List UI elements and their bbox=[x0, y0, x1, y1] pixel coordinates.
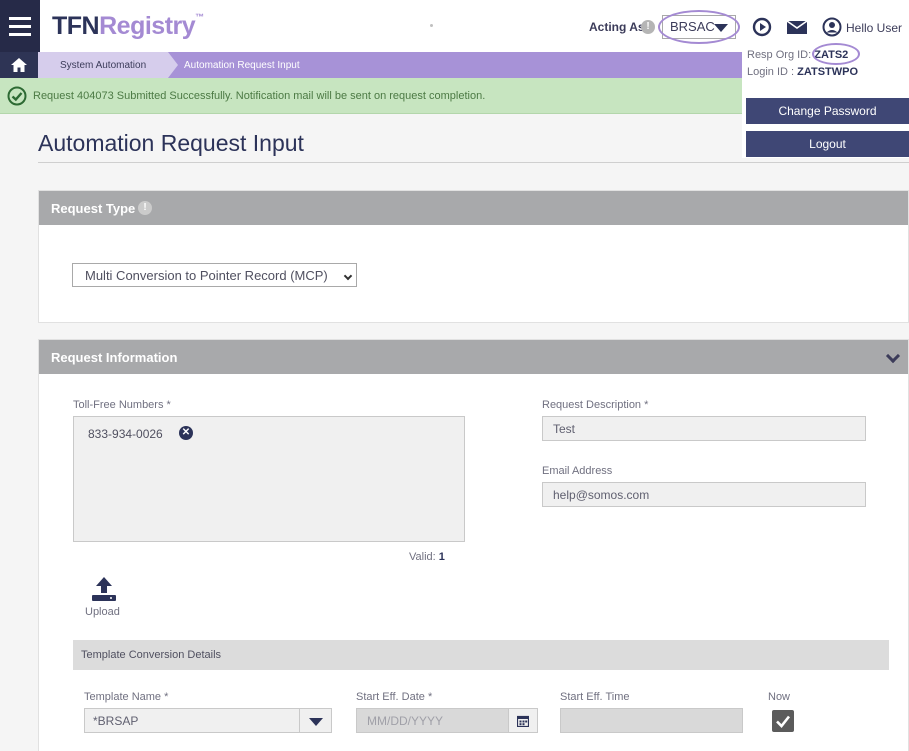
play-circle-icon[interactable] bbox=[752, 17, 772, 37]
breadcrumb-separator bbox=[168, 52, 178, 78]
tfn-label: Toll-Free Numbers * bbox=[73, 399, 171, 411]
page: TFNRegistry™ Acting As ! BRSAC Hello Use… bbox=[0, 0, 909, 751]
resp-org-line: Resp Org ID: ZATS2 bbox=[747, 49, 849, 61]
mail-icon[interactable] bbox=[786, 17, 808, 37]
info-icon[interactable]: ! bbox=[641, 20, 655, 34]
template-name-label: Template Name * bbox=[84, 691, 169, 703]
description-input[interactable]: Test bbox=[542, 416, 866, 441]
user-dropdown-panel: Resp Org ID: ZATS2 Login ID : ZATSTWPO C… bbox=[742, 42, 909, 158]
home-icon bbox=[11, 58, 27, 72]
upload-label[interactable]: Upload bbox=[85, 606, 120, 618]
info-icon[interactable]: ! bbox=[138, 201, 152, 215]
chevron-down-icon[interactable] bbox=[885, 348, 901, 364]
request-type-select[interactable]: Multi Conversion to Pointer Record (MCP) bbox=[72, 263, 357, 287]
now-checkbox[interactable] bbox=[772, 710, 794, 732]
resp-org-value: ZATS2 bbox=[814, 49, 849, 61]
page-title: Automation Request Input bbox=[38, 130, 304, 156]
description-label: Request Description * bbox=[542, 399, 649, 411]
start-time-label: Start Eff. Time bbox=[560, 691, 630, 703]
calendar-icon bbox=[517, 715, 529, 727]
breadcrumb-current: Automation Request Input bbox=[184, 60, 300, 71]
success-alert: Request 404073 Submitted Successfully. N… bbox=[0, 78, 742, 114]
start-time-input[interactable] bbox=[560, 708, 743, 733]
breadcrumb-home[interactable] bbox=[0, 52, 38, 78]
start-date-input[interactable]: MM/DD/YYYY bbox=[356, 708, 538, 733]
template-conversion-heading: Template Conversion Details bbox=[73, 640, 889, 670]
breadcrumb: System Automation Automation Request Inp… bbox=[0, 52, 742, 78]
title-divider bbox=[38, 162, 909, 163]
menu-icon bbox=[9, 16, 31, 20]
breadcrumb-system-automation[interactable]: System Automation bbox=[38, 52, 168, 78]
acting-as-label: Acting As bbox=[589, 20, 645, 34]
valid-count: Valid: 1 bbox=[409, 551, 445, 563]
template-dropdown-button[interactable] bbox=[299, 708, 332, 733]
caret-down-icon bbox=[309, 718, 323, 726]
alert-message: Request 404073 Submitted Successfully. N… bbox=[33, 90, 486, 102]
check-icon bbox=[776, 715, 791, 728]
request-type-heading: Request Type ! bbox=[39, 191, 908, 225]
login-id-value: ZATSTWPO bbox=[797, 66, 859, 78]
check-circle-icon bbox=[7, 86, 27, 106]
template-name-value: *BRSAP bbox=[93, 714, 139, 728]
logout-button[interactable]: Logout bbox=[746, 131, 909, 157]
chevron-down-icon bbox=[343, 271, 353, 281]
request-information-heading[interactable]: Request Information bbox=[39, 340, 908, 374]
acting-as-value: BRSAC bbox=[670, 19, 715, 34]
app-logo[interactable]: TFNRegistry™ bbox=[52, 12, 204, 41]
request-information-panel: Request Information Toll-Free Numbers * … bbox=[38, 339, 909, 751]
hamburger-menu-button[interactable] bbox=[0, 0, 40, 52]
tfn-chip: 833-934-0026 bbox=[88, 427, 163, 441]
tfn-input-area[interactable]: 833-934-0026 ✕ bbox=[73, 416, 465, 542]
acting-as-select[interactable]: BRSAC bbox=[662, 15, 736, 39]
email-input[interactable]: help@somos.com bbox=[542, 482, 866, 507]
remove-chip-icon[interactable]: ✕ bbox=[179, 426, 193, 440]
caret-down-icon bbox=[714, 24, 728, 32]
request-type-panel: Request Type ! Multi Conversion to Point… bbox=[38, 190, 909, 323]
login-id-line: Login ID : ZATSTWPO bbox=[747, 66, 859, 78]
email-label: Email Address bbox=[542, 465, 613, 477]
now-label: Now bbox=[768, 691, 791, 703]
decorative-dot bbox=[430, 24, 433, 27]
user-greeting[interactable]: Hello User bbox=[846, 21, 902, 35]
calendar-button[interactable] bbox=[508, 708, 538, 733]
upload-icon[interactable] bbox=[91, 576, 117, 602]
change-password-button[interactable]: Change Password bbox=[746, 98, 909, 124]
user-avatar-icon[interactable] bbox=[822, 17, 842, 37]
start-date-label: Start Eff. Date * bbox=[356, 691, 433, 703]
template-name-combobox[interactable]: *BRSAP bbox=[84, 708, 332, 733]
